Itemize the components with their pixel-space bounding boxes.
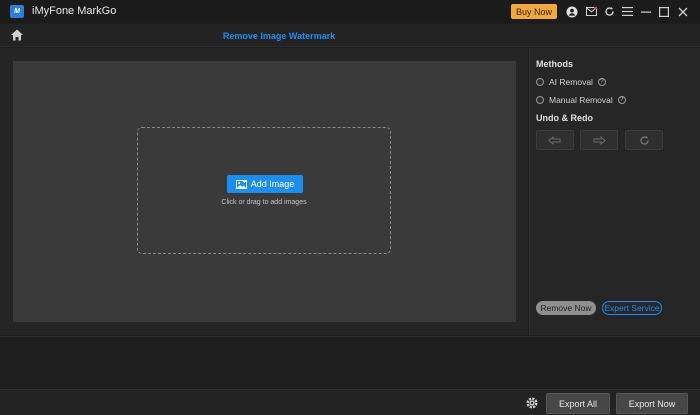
- export-all-button[interactable]: Export All: [546, 393, 610, 414]
- reset-button[interactable]: [625, 130, 663, 150]
- maximize-icon[interactable]: [658, 5, 670, 18]
- buy-now-button[interactable]: Buy Now: [511, 4, 557, 19]
- export-now-button[interactable]: Export Now: [616, 393, 688, 414]
- main-area: Add Image Click or drag to add images: [0, 48, 528, 335]
- image-canvas: Add Image Click or drag to add images: [13, 61, 516, 322]
- minimize-icon[interactable]: [640, 5, 652, 18]
- title-bar: M iMyFone MarkGo Buy Now: [0, 0, 700, 23]
- settings-panel: Methods AI Removal ? Manual Removal ? Un…: [529, 48, 700, 335]
- redo-icon: [593, 135, 606, 145]
- method-manual-removal[interactable]: Manual Removal ?: [536, 95, 626, 105]
- drop-hint-text: Click or drag to add images: [221, 199, 307, 206]
- methods-title: Methods: [536, 59, 573, 69]
- menu-icon[interactable]: [621, 5, 633, 18]
- bottom-bar: Export All Export Now: [0, 389, 700, 415]
- radio-button[interactable]: [536, 78, 544, 86]
- user-icon[interactable]: [566, 5, 578, 18]
- redo-button[interactable]: [580, 130, 618, 150]
- thumbnail-strip: [0, 336, 700, 389]
- method-label: AI Removal: [549, 77, 593, 87]
- undo-button[interactable]: [536, 130, 574, 150]
- close-icon[interactable]: [677, 5, 689, 18]
- expert-service-button[interactable]: Expert Service: [602, 301, 662, 315]
- app-logo-icon: M: [10, 5, 24, 18]
- method-ai-removal[interactable]: AI Removal ?: [536, 77, 606, 87]
- image-icon: [235, 179, 247, 189]
- gear-icon[interactable]: [525, 396, 539, 410]
- page-title: Remove Image Watermark: [222, 31, 336, 41]
- reset-icon: [639, 135, 649, 145]
- method-label: Manual Removal: [549, 95, 613, 105]
- undo-redo-title: Undo & Redo: [536, 113, 593, 123]
- radio-button[interactable]: [536, 96, 544, 104]
- help-icon[interactable]: ?: [617, 96, 626, 104]
- drop-zone[interactable]: Add Image Click or drag to add images: [137, 127, 391, 254]
- help-icon[interactable]: ?: [597, 78, 606, 86]
- page-header: Remove Image Watermark: [0, 24, 700, 47]
- mail-icon[interactable]: [585, 5, 597, 18]
- remove-now-button[interactable]: Remove Now: [536, 301, 596, 315]
- refresh-icon[interactable]: [603, 5, 615, 18]
- add-image-button[interactable]: Add Image: [227, 175, 303, 193]
- add-image-label: Add Image: [250, 179, 295, 189]
- app-window: M iMyFone MarkGo Buy Now Remove Image Wa…: [0, 0, 700, 415]
- app-title: iMyFone MarkGo: [32, 5, 117, 17]
- undo-icon: [548, 135, 561, 145]
